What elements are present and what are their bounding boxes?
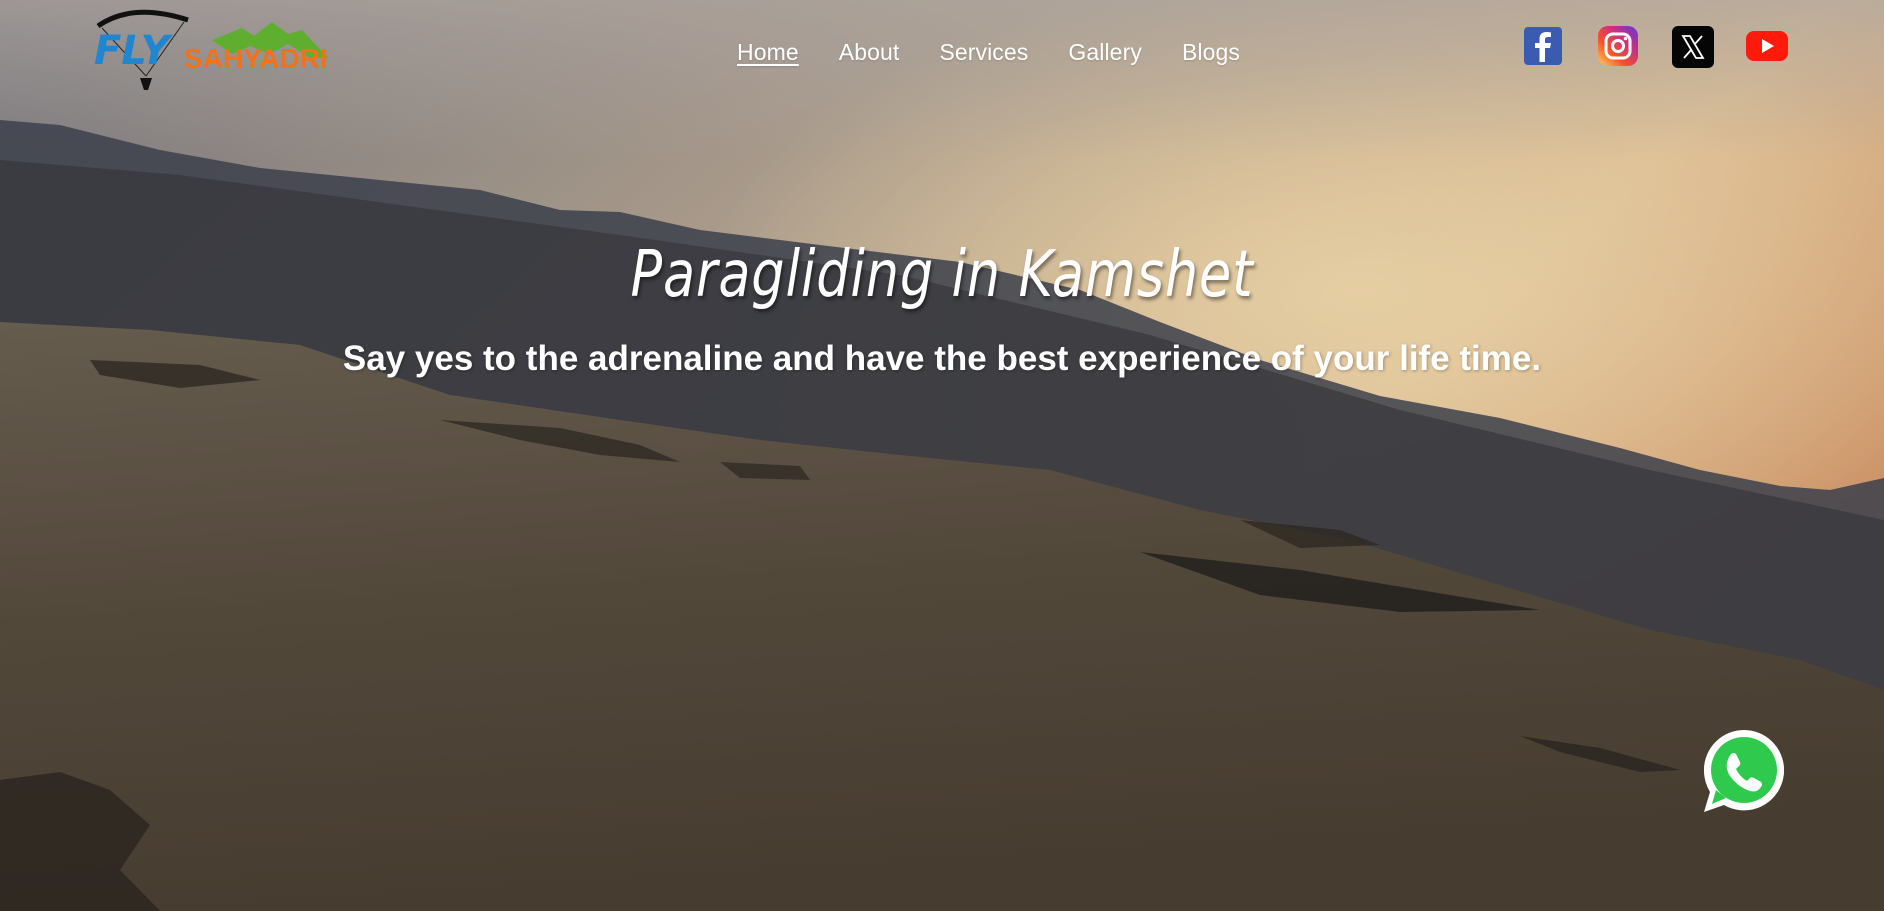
nav-home-link[interactable]: Home (737, 39, 799, 66)
logo-text-fly: FLY (94, 28, 174, 74)
nav-services-link[interactable]: Services (939, 39, 1028, 66)
paraglider-canopy-icon (96, 9, 189, 29)
x-twitter-icon[interactable] (1672, 26, 1714, 68)
fly-sahyadri-logo[interactable]: FLY SAHYADRI (92, 6, 352, 96)
nav-blogs-link[interactable]: Blogs (1182, 39, 1240, 66)
nav-about-link[interactable]: About (839, 39, 900, 66)
hero-background-image (0, 0, 1884, 911)
whatsapp-icon[interactable] (1700, 728, 1786, 814)
site-header: FLY SAHYADRI Home About Services Gallery… (0, 0, 1884, 104)
instagram-icon[interactable] (1598, 26, 1638, 66)
logo-text-sahyadri: SAHYADRI (184, 43, 328, 74)
paraglider-pilot-icon (140, 78, 152, 90)
hero-title: Paragliding in Kamshet (630, 238, 1254, 312)
nav-gallery-link[interactable]: Gallery (1068, 39, 1142, 66)
facebook-icon[interactable] (1524, 26, 1562, 66)
youtube-icon[interactable] (1746, 30, 1788, 62)
main-nav: Home About Services Gallery Blogs (700, 36, 1240, 68)
hero-subtitle: Say yes to the adrenaline and have the b… (342, 339, 1542, 378)
